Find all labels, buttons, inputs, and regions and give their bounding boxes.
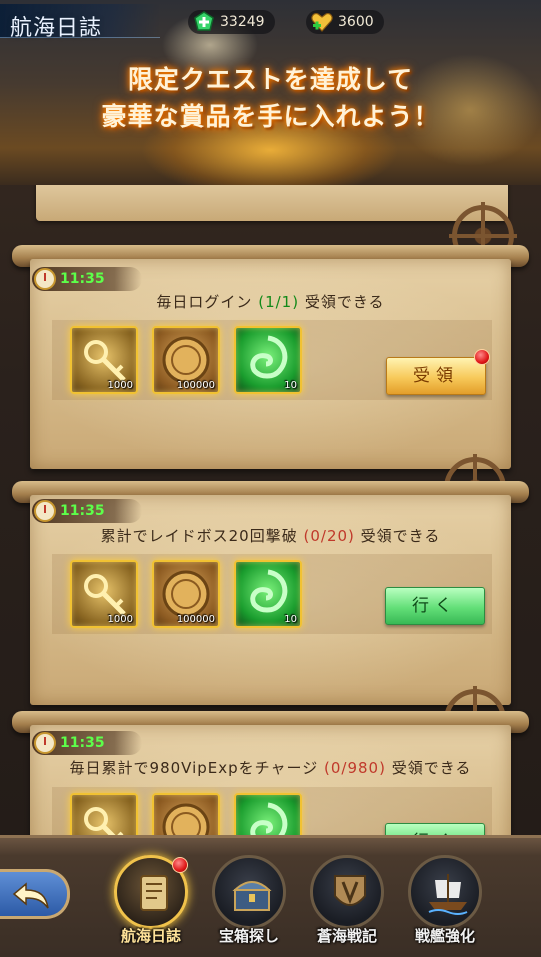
quest-description: 毎日ログイン (1/1) 受領できる <box>30 291 511 312</box>
quest-card: 11:35 毎日累計で980VipExpをチャージ (0/980) 受領できる <box>12 711 529 835</box>
quest-card: 11:35 毎日ログイン (1/1) 受領できる 1000 100000 10 … <box>12 245 529 475</box>
go-button[interactable]: 行く <box>385 587 485 625</box>
nav-tab-label: 戦艦強化 <box>414 927 475 945</box>
reward-item[interactable]: 1000 <box>70 560 138 628</box>
quest-card: 11:35 累計でレイドボス20回撃破 (0/20) 受領できる 1000 10… <box>12 481 529 711</box>
gem-count: 33249 <box>220 14 265 30</box>
reward-item[interactable]: 10 <box>234 560 302 628</box>
quest-timer: 11:35 <box>32 731 142 755</box>
reward-item[interactable] <box>152 793 220 835</box>
quest-description: 毎日累計で980VipExpをチャージ (0/980) 受領できる <box>30 757 511 778</box>
reward-qty: 100000 <box>176 614 215 625</box>
timer-text: 11:35 <box>60 271 105 287</box>
go-button[interactable]: 行く <box>385 823 485 835</box>
nav-tab-label: 宝箱探し <box>218 927 279 945</box>
title-bar: 航海日誌 <box>0 4 160 41</box>
parchment-top-edge <box>36 185 508 221</box>
quest-desc-suffix: 受領できる <box>360 527 441 545</box>
quest-desc-text: 毎日ログイン <box>156 293 253 311</box>
reward-item[interactable]: 1000 <box>70 326 138 394</box>
headline-line-2: 豪華な賞品を手に入れよう！ <box>101 102 440 131</box>
back-arrow-icon <box>12 882 49 909</box>
notification-dot <box>474 349 490 365</box>
gold-heart-plus-icon <box>311 12 333 32</box>
nav-tab-ocean-chronicle[interactable]: 蒼海戦記 <box>304 855 390 955</box>
event-banner: 航海日誌 33249 3600 限定クエストを達成して 豪華な賞品を手に入れよう… <box>0 0 541 185</box>
timer-text: 11:35 <box>60 503 105 519</box>
nav-tab-treasure-hunt[interactable]: 宝箱探し <box>206 855 292 955</box>
reward-qty: 10 <box>284 614 297 625</box>
quest-progress: (0/20) <box>303 527 355 545</box>
nav-tab-label: 航海日誌 <box>120 927 181 945</box>
reward-item[interactable]: 100000 <box>152 326 220 394</box>
page-title: 航海日誌 <box>10 16 103 41</box>
key-icon <box>84 807 124 835</box>
heart-currency[interactable]: 3600 <box>306 10 384 34</box>
nav-tab-warship-upgrade[interactable]: 戦艦強化 <box>402 855 488 955</box>
clock-icon <box>34 268 56 290</box>
nav-tab-icon-frame <box>212 855 286 929</box>
reward-qty: 1000 <box>107 614 133 625</box>
nav-tab-label: 蒼海戦記 <box>316 927 377 945</box>
reward-item[interactable] <box>234 793 302 835</box>
reward-item[interactable]: 100000 <box>152 560 220 628</box>
clock-icon <box>34 732 56 754</box>
quest-progress: (1/1) <box>258 293 300 311</box>
timer-text: 11:35 <box>60 735 105 751</box>
shield-emblem-icon <box>334 875 366 906</box>
quest-progress: (0/980) <box>324 759 386 777</box>
gem-currency[interactable]: 33249 <box>188 10 275 34</box>
nav-tab-voyage-log[interactable]: 航海日誌 <box>108 855 194 955</box>
heart-count: 3600 <box>338 14 374 30</box>
claim-button[interactable]: 受領 <box>386 357 486 395</box>
quest-desc-text: 毎日累計で980VipExpをチャージ <box>69 759 319 777</box>
green-gem-plus-icon <box>194 11 214 31</box>
quest-desc-text: 累計でレイドボス20回撃破 <box>100 527 298 545</box>
reward-qty: 100000 <box>176 380 215 391</box>
reward-item[interactable]: 10 <box>234 326 302 394</box>
reward-qty: 1000 <box>107 380 133 391</box>
quest-description: 累計でレイドボス20回撃破 (0/20) 受領できる <box>30 525 511 546</box>
quest-list[interactable]: 11:35 毎日ログイン (1/1) 受領できる 1000 100000 10 … <box>0 185 541 835</box>
treasure-chest-icon <box>232 881 272 911</box>
warship-icon <box>428 874 468 915</box>
notification-dot <box>172 857 188 873</box>
reward-item[interactable] <box>70 793 138 835</box>
headline-line-1: 限定クエストを達成して <box>127 65 414 94</box>
nav-tab-icon-frame <box>408 855 482 929</box>
clock-icon <box>34 500 56 522</box>
reward-qty: 10 <box>284 380 297 391</box>
back-button[interactable] <box>0 869 70 919</box>
quest-timer: 11:35 <box>32 499 142 523</box>
scroll-icon <box>140 875 168 911</box>
jade-gem-icon <box>250 802 288 835</box>
quest-desc-suffix: 受領できる <box>391 759 472 777</box>
gold-coin-icon <box>162 803 210 835</box>
nav-tab-icon-frame <box>310 855 384 929</box>
quest-desc-suffix: 受領できる <box>304 293 385 311</box>
quest-timer: 11:35 <box>32 267 142 291</box>
